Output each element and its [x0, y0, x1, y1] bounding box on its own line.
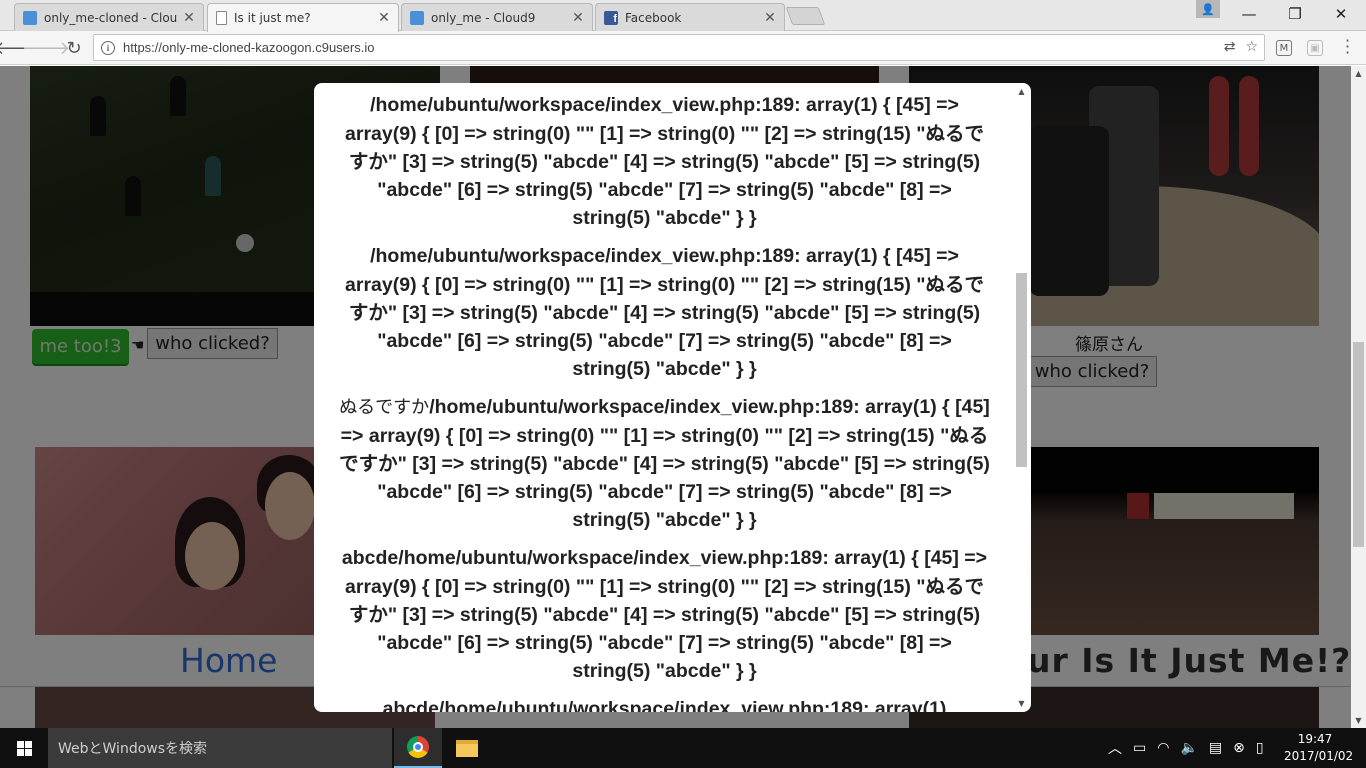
cloud9-icon	[23, 10, 37, 25]
modal-scrollbar[interactable]: ▲ ▼	[1013, 83, 1030, 712]
restore-button[interactable]: ❐	[1272, 0, 1318, 28]
minimize-button[interactable]: —	[1226, 0, 1272, 28]
page-viewport: me too!3 ☚ who clicked? 篠原さん who clicked…	[0, 66, 1351, 728]
close-circle-icon[interactable]: ⊗	[1233, 740, 1245, 756]
windows-icon	[16, 740, 32, 756]
cloud9-icon	[410, 10, 424, 25]
system-tray: ︿ ▭ ◠ 🔈 ▤ ⊗ ▯	[1108, 728, 1264, 768]
tab-title: only_me-cloned - Cloud9	[44, 10, 177, 25]
tab-only-me[interactable]: only_me - Cloud9 ✕	[401, 3, 593, 31]
taskbar-search[interactable]: WebとWindowsを検索	[48, 728, 392, 768]
tab-title: only_me - Cloud9	[431, 10, 536, 25]
entry-text: /home/ubuntu/workspace/index_view.php:18…	[339, 396, 990, 531]
reload-button[interactable]: ↻	[61, 35, 87, 61]
page-scrollbar[interactable]: ▲ ▼	[1351, 66, 1366, 728]
entry-lead: ぬるですか	[339, 397, 430, 418]
extension-icon[interactable]: M	[1276, 40, 1292, 56]
chrome-icon	[407, 736, 429, 758]
close-icon[interactable]: ✕	[378, 10, 390, 26]
scroll-down-icon[interactable]: ▼	[1351, 716, 1366, 725]
new-tab-button[interactable]	[785, 7, 826, 25]
extension-icon[interactable]: ▣	[1307, 40, 1323, 56]
taskbar-clock[interactable]: 19:47 2017/01/02	[1284, 731, 1354, 765]
close-icon[interactable]: ✕	[183, 10, 195, 26]
battery-icon[interactable]: ▭	[1133, 740, 1146, 756]
tab-title: Is it just me?	[234, 11, 311, 25]
debug-entry: /home/ubuntu/workspace/index_view.php:18…	[336, 91, 993, 232]
close-icon[interactable]: ✕	[764, 10, 776, 26]
debug-modal: /home/ubuntu/workspace/index_view.php:18…	[314, 83, 1031, 712]
entry-text: /home/ubuntu/workspace/index_view.php:18…	[345, 94, 984, 229]
chrome-taskbar-button[interactable]	[394, 728, 442, 768]
tab-only-me-cloned[interactable]: only_me-cloned - Cloud9 ✕	[14, 3, 204, 31]
notification-icon[interactable]: ▤	[1209, 740, 1222, 756]
translate-icon[interactable]: ⇄	[1224, 39, 1236, 55]
modal-scroll-thumb[interactable]	[1016, 273, 1027, 467]
tab-strip: only_me-cloned - Cloud9 ✕ Is it just me?…	[0, 0, 1366, 32]
close-icon[interactable]: ✕	[572, 10, 584, 26]
scroll-up-icon[interactable]: ▲	[1351, 69, 1366, 78]
explorer-taskbar-button[interactable]	[443, 728, 491, 768]
folder-icon	[456, 739, 478, 757]
debug-entry: ぬるですか/home/ubuntu/workspace/index_view.p…	[336, 393, 993, 534]
facebook-icon: f	[604, 10, 618, 25]
page-scroll-thumb[interactable]	[1353, 342, 1364, 547]
scroll-down-icon[interactable]: ▼	[1013, 699, 1030, 708]
entry-text: abcde/home/ubuntu/workspace/index_view.p…	[341, 547, 988, 682]
start-button[interactable]	[0, 728, 48, 768]
document-icon	[216, 11, 227, 25]
url-text[interactable]: https://only-me-cloned-kazoogon.c9users.…	[123, 40, 374, 55]
wifi-icon[interactable]: ◠	[1157, 740, 1169, 756]
volume-icon[interactable]: 🔈	[1180, 740, 1197, 756]
chevron-up-icon[interactable]: ︿	[1108, 738, 1122, 758]
ime-icon[interactable]: ▯	[1256, 740, 1264, 756]
tab-title: Facebook	[625, 10, 682, 25]
clock-date: 2017/01/02	[1284, 749, 1354, 763]
profile-icon[interactable]: 👤	[1196, 0, 1220, 18]
address-bar[interactable]: i https://only-me-cloned-kazoogon.c9user…	[93, 34, 1265, 61]
tab-facebook[interactable]: f Facebook ✕	[595, 3, 785, 31]
tab-is-it-just-me[interactable]: Is it just me? ✕	[207, 3, 399, 32]
menu-icon[interactable]: · · ·	[1345, 33, 1350, 61]
star-icon[interactable]: ☆	[1245, 39, 1258, 55]
debug-entry: /home/ubuntu/workspace/index_view.php:18…	[336, 242, 993, 383]
modal-content: /home/ubuntu/workspace/index_view.php:18…	[336, 91, 993, 712]
debug-entry: abcde/home/ubuntu/workspace/index_view.p…	[336, 695, 993, 712]
debug-entry: abcde/home/ubuntu/workspace/index_view.p…	[336, 544, 993, 685]
clock-time: 19:47	[1297, 732, 1333, 746]
close-window-button[interactable]: ✕	[1318, 0, 1364, 28]
browser-toolbar: 🡐 🡒 ↻ i https://only-me-cloned-kazoogon.…	[0, 31, 1366, 65]
entry-text: /home/ubuntu/workspace/index_view.php:18…	[345, 245, 984, 380]
scroll-up-icon[interactable]: ▲	[1013, 87, 1030, 96]
entry-text: abcde/home/ubuntu/workspace/index_view.p…	[382, 698, 947, 712]
info-icon[interactable]: i	[101, 40, 115, 55]
taskbar: WebとWindowsを検索 ︿ ▭ ◠ 🔈 ▤ ⊗ ▯ 19:47 2017/…	[0, 728, 1366, 768]
forward-button[interactable]: 🡒	[22, 35, 70, 61]
